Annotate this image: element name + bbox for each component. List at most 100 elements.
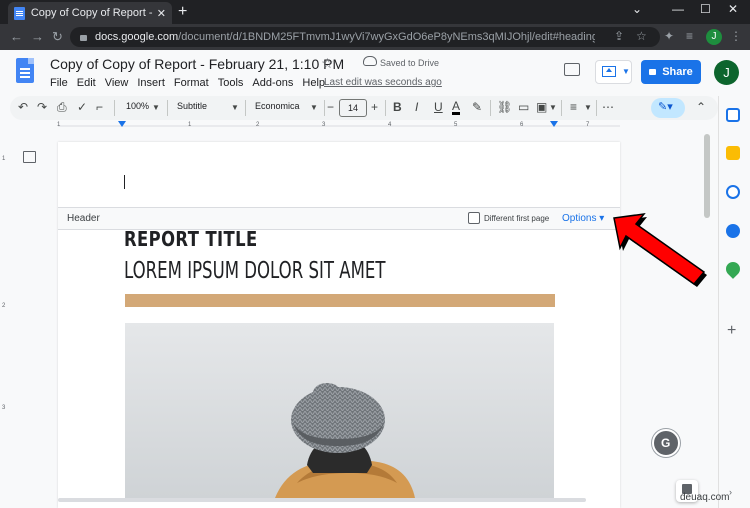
docs-logo-icon[interactable] (16, 58, 34, 83)
chevron-down-icon: ▼ (584, 103, 592, 112)
ruler-number: 2 (256, 122, 260, 128)
different-first-page-checkbox[interactable] (468, 212, 480, 224)
bookmark-star-icon[interactable]: ☆ (636, 29, 647, 43)
comment-history-icon[interactable] (564, 63, 580, 76)
pencil-icon: ✎▾ (658, 101, 673, 113)
zoom-select[interactable]: 100% (126, 101, 149, 111)
maximize-icon[interactable]: ☐ (700, 2, 711, 16)
ruler-number: 1 (57, 122, 61, 128)
star-icon[interactable]: ☆ (321, 55, 334, 72)
header-options-button[interactable]: Options ▾ (562, 213, 604, 224)
text-color-button[interactable]: A (452, 100, 461, 115)
reload-icon[interactable]: ↻ (52, 29, 63, 45)
print-icon[interactable]: ⎙ (57, 100, 67, 115)
document-outline-icon[interactable] (23, 151, 36, 163)
tab-search-icon[interactable]: ⌄ (632, 2, 642, 16)
left-indent-marker[interactable] (118, 121, 126, 127)
undo-icon[interactable]: ↶ (18, 100, 28, 114)
menu-tools[interactable]: Tools (218, 77, 244, 89)
ruler-number: 1 (2, 156, 6, 162)
menu-file[interactable]: File (50, 77, 68, 89)
account-avatar[interactable]: J (714, 60, 739, 85)
toolbar-divider (167, 100, 168, 116)
menu-format[interactable]: Format (174, 77, 209, 89)
insert-link-icon[interactable]: ⛓ (497, 100, 512, 114)
ruler-number: 4 (388, 122, 392, 128)
menu-addons[interactable]: Add-ons (252, 77, 293, 89)
tasks-icon[interactable] (726, 185, 740, 199)
browser-tab[interactable]: Copy of Copy of Report - February 21, 1:… (8, 2, 172, 24)
font-select[interactable]: Economica (255, 101, 300, 111)
url-text: docs.google.com/document/d/1BNDM25FTmvmJ… (95, 31, 595, 43)
back-icon[interactable]: ← (10, 29, 23, 44)
forward-icon[interactable]: → (31, 29, 44, 44)
extensions-icon[interactable]: ✦ (664, 29, 674, 43)
browser-profile-avatar[interactable]: J (706, 29, 722, 45)
document-title[interactable]: Copy of Copy of Report - February 21, 1:… (50, 56, 344, 72)
saved-status: Saved to Drive (380, 58, 440, 68)
paint-format-icon[interactable]: ⌐ (96, 100, 103, 114)
present-button[interactable]: ▼ (595, 60, 632, 84)
report-title[interactable]: REPORT TITLE (124, 227, 258, 251)
last-edit-link[interactable]: Last edit was seconds ago (324, 77, 442, 88)
address-bar[interactable]: docs.google.com/document/d/1BNDM25FTmvmJ… (70, 27, 660, 47)
menu-view[interactable]: View (105, 77, 129, 89)
minimize-icon[interactable]: — (672, 2, 684, 16)
align-icon[interactable]: ≡ (570, 100, 577, 114)
spellcheck-icon[interactable]: ✓ (77, 100, 87, 114)
menu-help[interactable]: Help (302, 77, 325, 89)
font-size-input[interactable]: 14 (339, 99, 367, 117)
toolbar-divider (385, 100, 386, 116)
ruler-number: 2 (2, 303, 6, 309)
italic-button[interactable]: I (415, 100, 418, 114)
toolbar-divider (324, 100, 325, 116)
toolbar-divider (245, 100, 246, 116)
insert-image-icon[interactable]: ▣ (536, 100, 547, 114)
decrease-font-size-button[interactable]: − (327, 100, 334, 114)
vertical-scrollbar[interactable] (704, 134, 710, 218)
highlight-icon[interactable]: ✎ (472, 100, 482, 114)
more-options-icon[interactable]: ⋯ (602, 100, 614, 114)
keep-icon[interactable] (726, 146, 740, 160)
bold-button[interactable]: B (393, 100, 402, 114)
menu-insert[interactable]: Insert (137, 77, 165, 89)
increase-font-size-button[interactable]: + (371, 100, 378, 114)
reading-list-icon[interactable]: ≡ (686, 29, 693, 43)
header-label: Header (67, 213, 100, 224)
docs-favicon-icon (14, 6, 25, 20)
browser-menu-icon[interactable]: ⋮ (730, 29, 742, 43)
text-cursor (124, 175, 125, 189)
cover-photo[interactable] (125, 323, 554, 498)
new-tab-button[interactable]: + (178, 3, 187, 21)
chevron-down-icon: ▼ (152, 103, 160, 112)
collapse-menus-icon[interactable]: ⌃ (696, 100, 706, 114)
window-close-icon[interactable]: ✕ (728, 2, 738, 16)
vertical-ruler (0, 130, 8, 508)
add-ons-plus-icon[interactable]: + (727, 322, 736, 340)
share-button[interactable]: Share (641, 60, 701, 84)
underline-button[interactable]: U (434, 100, 443, 114)
calendar-icon[interactable] (726, 108, 740, 122)
menu-edit[interactable]: Edit (77, 77, 96, 89)
cloud-saved-icon (363, 56, 377, 66)
lock-icon (649, 69, 657, 75)
lock-icon (80, 35, 87, 41)
different-first-page-label[interactable]: Different first page (484, 214, 549, 223)
horizontal-scrollbar[interactable] (58, 498, 586, 502)
ruler-number: 5 (454, 122, 458, 128)
editing-mode-button[interactable]: ✎▾ (651, 98, 685, 118)
right-indent-marker[interactable] (550, 121, 558, 127)
redo-icon[interactable]: ↷ (37, 100, 47, 114)
report-subtitle[interactable]: LOREM IPSUM DOLOR SIT AMET (124, 258, 385, 284)
horizontal-ruler (58, 125, 620, 127)
style-select[interactable]: Subtitle (177, 101, 207, 111)
insert-comment-icon[interactable]: ▭ (518, 100, 529, 114)
ruler-number: 6 (520, 122, 524, 128)
chevron-down-icon: ▼ (231, 103, 239, 112)
share-page-icon[interactable]: ⇪ (614, 29, 624, 43)
grammarly-icon[interactable]: G (652, 429, 680, 457)
chevron-down-icon: ▼ (622, 67, 630, 76)
tab-close-icon[interactable]: ✕ (157, 7, 166, 20)
contacts-icon[interactable] (726, 224, 740, 238)
toolbar-divider (596, 100, 597, 116)
